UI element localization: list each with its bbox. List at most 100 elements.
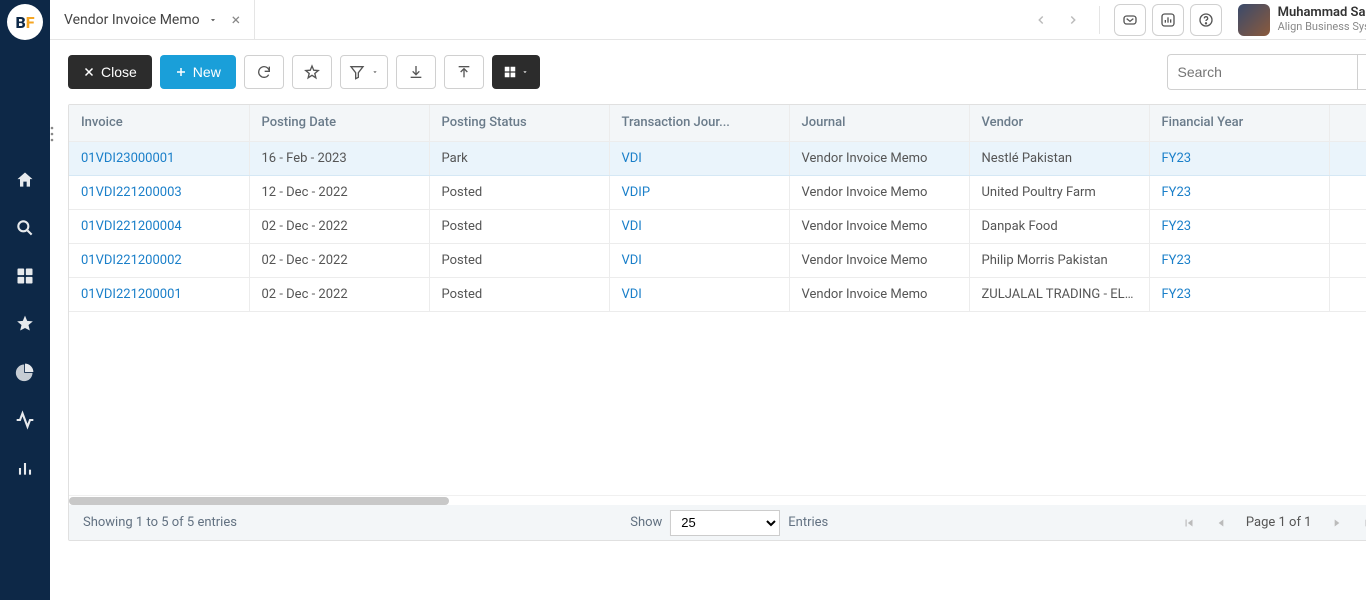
download-button[interactable] — [396, 55, 436, 89]
cell-invoice[interactable]: 01VDI221200002 — [69, 243, 249, 277]
stats-icon[interactable] — [1152, 4, 1184, 36]
favorite-button[interactable] — [292, 55, 332, 89]
col-financial-year[interactable]: Financial Year — [1149, 105, 1329, 141]
help-icon[interactable] — [1190, 4, 1222, 36]
cell-txn[interactable]: VDIP — [609, 175, 789, 209]
activity-icon[interactable] — [15, 410, 35, 430]
cell-txn[interactable]: VDI — [609, 209, 789, 243]
new-button[interactable]: New — [160, 55, 236, 89]
cell-vendor: Philip Morris Pakistan — [969, 243, 1149, 277]
cell-txn[interactable]: VDI — [609, 243, 789, 277]
col-invoice[interactable]: Invoice — [69, 105, 249, 141]
table-row[interactable]: 01VDI221200003 12 - Dec - 2022 Posted VD… — [69, 175, 1366, 209]
cell-extra — [1329, 243, 1366, 277]
cell-vendor: United Poultry Farm — [969, 175, 1149, 209]
pie-chart-icon[interactable] — [15, 362, 35, 382]
table-row[interactable]: 01VDI221200004 02 - Dec - 2022 Posted VD… — [69, 209, 1366, 243]
close-button-label: Close — [101, 64, 137, 80]
horizontal-scrollbar[interactable] — [69, 495, 1366, 505]
show-label: Show — [630, 515, 662, 530]
cell-invoice[interactable]: 01VDI221200001 — [69, 277, 249, 311]
bar-chart-icon[interactable] — [15, 458, 35, 478]
cell-fy[interactable]: FY23 — [1149, 243, 1329, 277]
search-icon[interactable] — [15, 218, 35, 238]
filter-button[interactable] — [340, 55, 388, 89]
col-posting-status[interactable]: Posting Status — [429, 105, 609, 141]
entries-label: Entries — [788, 515, 828, 530]
upload-button[interactable] — [444, 55, 484, 89]
col-posting-date[interactable]: Posting Date — [249, 105, 429, 141]
cell-date: 16 - Feb - 2023 — [249, 141, 429, 175]
cell-status: Posted — [429, 243, 609, 277]
cell-journal: Vendor Invoice Memo — [789, 243, 969, 277]
cell-date: 02 - Dec - 2022 — [249, 243, 429, 277]
table-footer: Showing 1 to 5 of 5 entries Show 25 Entr… — [69, 505, 1366, 540]
close-button[interactable]: Close — [68, 55, 152, 89]
home-icon[interactable] — [15, 170, 35, 190]
user-org: Align Business Systems — [1278, 21, 1366, 33]
table-row[interactable]: 01VDI221200001 02 - Dec - 2022 Posted VD… — [69, 277, 1366, 311]
page-size-select[interactable]: 25 — [670, 510, 780, 536]
cell-status: Posted — [429, 175, 609, 209]
toolbar: Close New — [50, 40, 1366, 104]
nav-forward-icon[interactable] — [1059, 6, 1087, 34]
cell-status: Park — [429, 141, 609, 175]
page-next-icon[interactable] — [1330, 516, 1344, 530]
cell-txn[interactable]: VDI — [609, 141, 789, 175]
col-vendor[interactable]: Vendor — [969, 105, 1149, 141]
cell-journal: Vendor Invoice Memo — [789, 209, 969, 243]
table-row[interactable]: 01VDI221200002 02 - Dec - 2022 Posted VD… — [69, 243, 1366, 277]
nav-back-icon[interactable] — [1027, 6, 1055, 34]
search-input[interactable] — [1167, 54, 1357, 90]
inbox-icon[interactable] — [1114, 4, 1146, 36]
cell-fy[interactable]: FY23 — [1149, 141, 1329, 175]
cell-extra — [1329, 277, 1366, 311]
cell-status: Posted — [429, 277, 609, 311]
tab-title: Vendor Invoice Memo — [64, 12, 200, 28]
cell-extra — [1329, 141, 1366, 175]
cell-date: 02 - Dec - 2022 — [249, 209, 429, 243]
refresh-button[interactable] — [244, 55, 284, 89]
page-text: Page 1 of 1 — [1246, 515, 1312, 530]
cell-date: 02 - Dec - 2022 — [249, 277, 429, 311]
cell-invoice[interactable]: 01VDI221200003 — [69, 175, 249, 209]
page-first-icon[interactable] — [1182, 516, 1196, 530]
avatar — [1238, 4, 1270, 36]
table-header-row: Invoice Posting Date Posting Status Tran… — [69, 105, 1366, 141]
cell-journal: Vendor Invoice Memo — [789, 141, 969, 175]
col-journal[interactable]: Journal — [789, 105, 969, 141]
cell-fy[interactable]: FY23 — [1149, 175, 1329, 209]
cell-status: Posted — [429, 209, 609, 243]
cell-extra — [1329, 209, 1366, 243]
cell-fy[interactable]: FY23 — [1149, 277, 1329, 311]
cell-vendor: Danpak Food — [969, 209, 1149, 243]
sidebar: BF — [0, 0, 50, 600]
layout-button[interactable] — [492, 55, 540, 89]
page-last-icon[interactable] — [1362, 516, 1366, 530]
user-name: Muhammad Sadiq — [1278, 6, 1366, 20]
cell-journal: Vendor Invoice Memo — [789, 277, 969, 311]
cell-txn[interactable]: VDI — [609, 277, 789, 311]
new-button-label: New — [193, 64, 221, 80]
drag-handle-icon[interactable] — [50, 126, 60, 142]
header: Vendor Invoice Memo × — [50, 0, 1366, 40]
cell-invoice[interactable]: 01VDI23000001 — [69, 141, 249, 175]
col-extra[interactable] — [1329, 105, 1366, 141]
active-tab[interactable]: Vendor Invoice Memo × — [50, 0, 255, 40]
tab-close-icon[interactable]: × — [232, 10, 241, 29]
page-prev-icon[interactable] — [1214, 516, 1228, 530]
cell-vendor: ZULJALAL TRADING - ELECTR... — [969, 277, 1149, 311]
col-transaction-journal[interactable]: Transaction Jour... — [609, 105, 789, 141]
search-clear-button[interactable]: × — [1357, 54, 1366, 90]
user-menu[interactable]: Muhammad Sadiq Align Business Systems — [1232, 4, 1366, 36]
favorites-icon[interactable] — [15, 314, 35, 334]
cell-fy[interactable]: FY23 — [1149, 209, 1329, 243]
app-logo[interactable]: BF — [0, 2, 50, 42]
chevron-down-icon[interactable] — [208, 15, 218, 25]
cell-journal: Vendor Invoice Memo — [789, 175, 969, 209]
cell-vendor: Nestlé Pakistan — [969, 141, 1149, 175]
apps-icon[interactable] — [15, 266, 35, 286]
data-table: Invoice Posting Date Posting Status Tran… — [68, 104, 1366, 541]
table-row[interactable]: 01VDI23000001 16 - Feb - 2023 Park VDI V… — [69, 141, 1366, 175]
cell-invoice[interactable]: 01VDI221200004 — [69, 209, 249, 243]
